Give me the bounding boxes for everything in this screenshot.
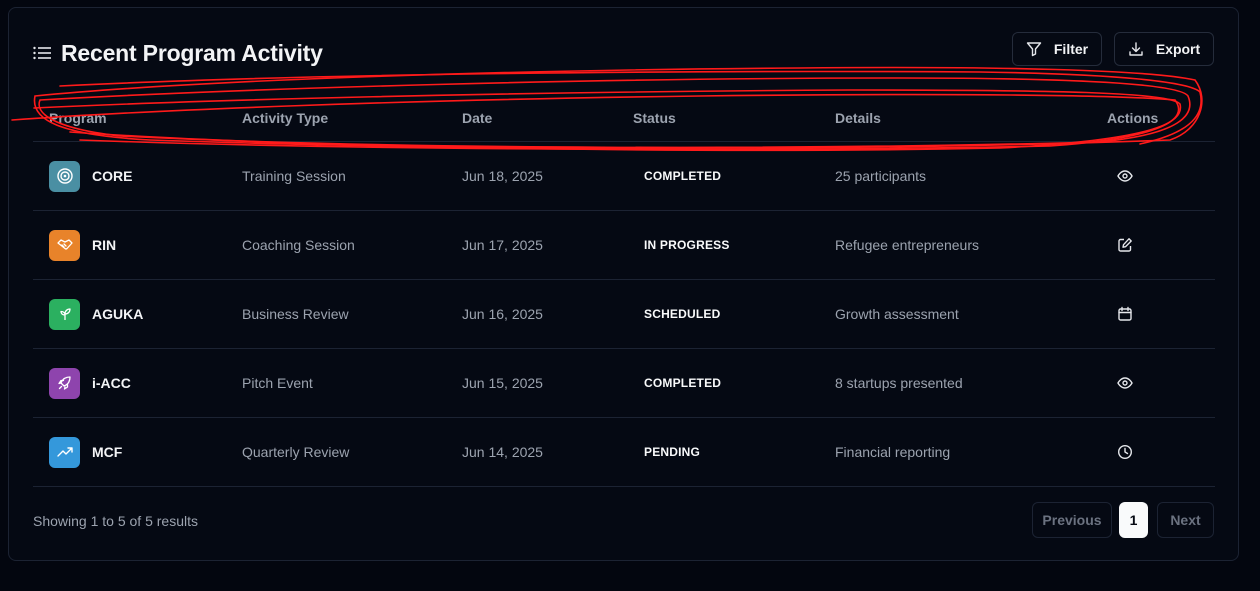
history-action[interactable]	[1117, 418, 1133, 486]
page-1-button[interactable]: 1	[1119, 502, 1148, 538]
status-badge: PENDING	[644, 445, 701, 459]
activity-date: Jun 14, 2025	[462, 444, 543, 460]
activity-type: Business Review	[242, 306, 349, 322]
filter-icon	[1026, 42, 1042, 57]
table-row[interactable]: AGUKA Business Review Jun 16, 2025 SCHED…	[33, 280, 1215, 349]
program-name: MCF	[92, 444, 123, 460]
program-name: i-ACC	[92, 375, 131, 391]
program-cell: i-ACC	[33, 349, 131, 417]
activity-details: 25 participants	[835, 168, 927, 184]
status-badge: IN PROGRESS	[644, 238, 730, 252]
table-row[interactable]: CORE Training Session Jun 18, 2025 COMPL…	[33, 142, 1215, 211]
activity-type: Quarterly Review	[242, 444, 350, 460]
clock-icon[interactable]	[1117, 444, 1133, 460]
view-action[interactable]	[1117, 349, 1133, 417]
recent-activity-card: Recent Program Activity Filter Export Pr…	[8, 7, 1239, 561]
column-header-actions: Actions	[1107, 110, 1159, 126]
handshake-icon	[49, 229, 80, 261]
program-cell: MCF	[33, 418, 122, 486]
eye-icon[interactable]	[1117, 168, 1133, 184]
column-header-status[interactable]: Status	[633, 110, 676, 126]
edit-icon[interactable]	[1117, 237, 1133, 253]
rocket-icon	[49, 367, 80, 399]
activity-details: 8 startups presented	[835, 375, 963, 391]
title-group: Recent Program Activity	[33, 38, 323, 68]
activity-table: Program Activity Type Date Status Detail…	[33, 102, 1215, 487]
export-button[interactable]: Export	[1114, 32, 1214, 66]
export-label: Export	[1155, 41, 1201, 57]
card-header: Recent Program Activity Filter Export	[33, 32, 1214, 78]
target-icon	[49, 160, 80, 192]
activity-date: Jun 16, 2025	[462, 306, 543, 322]
download-icon	[1129, 42, 1143, 56]
table-row[interactable]: RIN Coaching Session Jun 17, 2025 IN PRO…	[33, 211, 1215, 280]
activity-date: Jun 17, 2025	[462, 237, 543, 253]
activity-details: Refugee entrepreneurs	[835, 237, 979, 253]
filter-label: Filter	[1053, 41, 1089, 57]
previous-page-button[interactable]: Previous	[1032, 502, 1112, 538]
list-icon	[33, 46, 51, 60]
next-page-button[interactable]: Next	[1157, 502, 1214, 538]
trend-up-icon	[49, 436, 80, 468]
activity-type: Coaching Session	[242, 237, 355, 253]
status-badge: SCHEDULED	[644, 307, 721, 321]
program-name: RIN	[92, 237, 117, 253]
column-header-date[interactable]: Date	[462, 110, 492, 126]
pagination-footer: Showing 1 to 5 of 5 results Previous 1 N…	[33, 502, 1214, 538]
table-row[interactable]: i-ACC Pitch Event Jun 15, 2025 COMPLETED…	[33, 349, 1215, 418]
column-header-details[interactable]: Details	[835, 110, 881, 126]
program-cell: AGUKA	[33, 280, 143, 348]
activity-type: Training Session	[242, 168, 346, 184]
program-name: AGUKA	[92, 306, 144, 322]
calendar-icon[interactable]	[1117, 306, 1133, 322]
program-cell: CORE	[33, 142, 132, 210]
column-header-activity-type[interactable]: Activity Type	[242, 110, 328, 126]
activity-date: Jun 18, 2025	[462, 168, 543, 184]
activity-type: Pitch Event	[242, 375, 313, 391]
program-cell: RIN	[33, 211, 116, 279]
program-name: CORE	[92, 168, 133, 184]
table-header: Program Activity Type Date Status Detail…	[33, 102, 1215, 142]
table-row[interactable]: MCF Quarterly Review Jun 14, 2025 PENDIN…	[33, 418, 1215, 487]
calendar-action[interactable]	[1117, 280, 1133, 348]
page-title: Recent Program Activity	[61, 39, 323, 66]
seedling-icon	[49, 298, 80, 330]
activity-date: Jun 15, 2025	[462, 375, 543, 391]
column-header-program[interactable]: Program	[49, 110, 107, 126]
activity-details: Financial reporting	[835, 444, 951, 460]
edit-action[interactable]	[1117, 211, 1133, 279]
filter-button[interactable]: Filter	[1012, 32, 1102, 66]
status-badge: COMPLETED	[644, 169, 722, 183]
activity-details: Growth assessment	[835, 306, 959, 322]
results-count: Showing 1 to 5 of 5 results	[33, 513, 198, 529]
status-badge: COMPLETED	[644, 376, 722, 390]
eye-icon[interactable]	[1117, 375, 1133, 391]
view-action[interactable]	[1117, 142, 1133, 210]
